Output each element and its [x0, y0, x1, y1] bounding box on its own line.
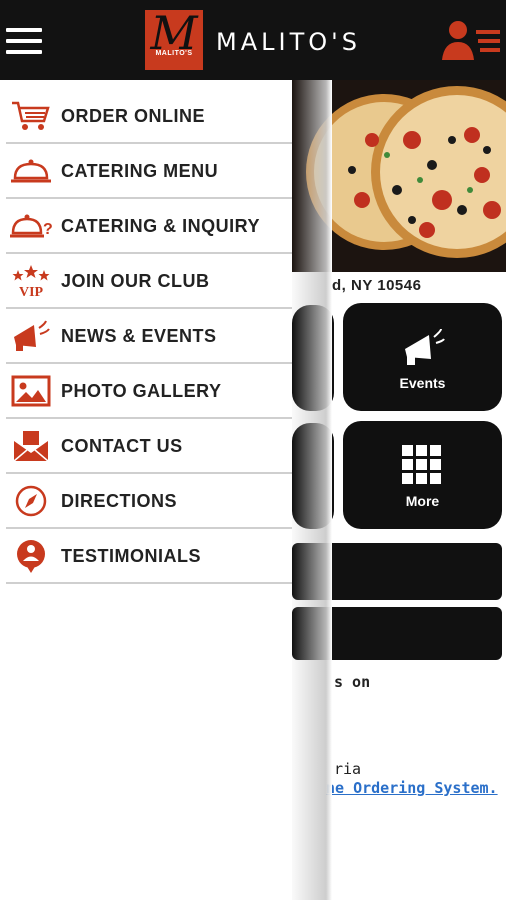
body-text-line-1: s on: [334, 673, 371, 691]
navigation-drawer: ORDER ONLINE CATERING MENU ? CATERING & …: [0, 80, 292, 900]
menu-item-label: CATERING & INQUIRY: [61, 216, 261, 236]
drawer-shadow: [292, 80, 332, 900]
menu-item-label: ORDER ONLINE: [61, 106, 206, 126]
logo: M MALITO'S: [145, 6, 203, 70]
hamburger-menu-icon[interactable]: [6, 28, 42, 56]
menu-item-label: DIRECTIONS: [61, 491, 178, 511]
body-text-line-2: ria: [334, 760, 362, 778]
user-list-icon[interactable]: [440, 18, 502, 62]
menu-item-label: PHOTO GALLERY: [61, 381, 222, 401]
compass-icon: [15, 485, 47, 517]
megaphone-icon: [14, 320, 50, 351]
events-tile[interactable]: Events: [343, 303, 502, 411]
svg-text:?: ?: [43, 221, 52, 238]
grid-icon: [402, 445, 441, 484]
menu-item-label: JOIN OUR CLUB: [61, 271, 210, 291]
chat-bubble-icon: [17, 540, 45, 573]
menu-item-photo-gallery[interactable]: PHOTO GALLERY: [6, 364, 292, 419]
menu-item-testimonials[interactable]: TESTIMONIALS: [6, 529, 292, 584]
menu-item-label: CATERING MENU: [61, 161, 219, 181]
menu-item-catering-menu[interactable]: CATERING MENU: [6, 144, 292, 199]
cloche-icon: [11, 159, 51, 183]
svg-text:VIP: VIP: [19, 285, 44, 298]
menu-item-order-online[interactable]: ORDER ONLINE: [6, 89, 292, 144]
menu-item-news-events[interactable]: NEWS & EVENTS: [6, 309, 292, 364]
vip-stars-icon: VIP: [12, 265, 50, 298]
envelope-icon: [13, 431, 49, 462]
megaphone-icon: [405, 328, 445, 365]
menu-item-catering-inquiry[interactable]: ? CATERING & INQUIRY: [6, 199, 292, 254]
logo-caption: MALITO'S: [155, 50, 193, 57]
more-tile-label: More: [405, 493, 440, 509]
menu-item-label: TESTIMONIALS: [61, 546, 201, 566]
brand-name: MALITO'S: [216, 28, 361, 56]
cloche-question-icon: ?: [10, 214, 52, 238]
menu-item-label: CONTACT US: [61, 436, 183, 456]
ordering-system-link[interactable]: ne Ordering System.: [326, 779, 498, 797]
picture-icon: [11, 375, 51, 407]
menu-item-directions[interactable]: DIRECTIONS: [6, 474, 292, 529]
address-text: d, NY 10546: [332, 277, 422, 294]
events-tile-label: Events: [399, 375, 446, 391]
shopping-cart-icon: [12, 101, 50, 130]
app-header: M MALITO'S MALITO'S: [0, 0, 506, 80]
more-tile[interactable]: More: [343, 421, 502, 529]
menu-item-join-our-club[interactable]: VIP JOIN OUR CLUB: [6, 254, 292, 309]
menu-item-contact-us[interactable]: CONTACT US: [6, 419, 292, 474]
menu-item-label: NEWS & EVENTS: [61, 326, 217, 346]
